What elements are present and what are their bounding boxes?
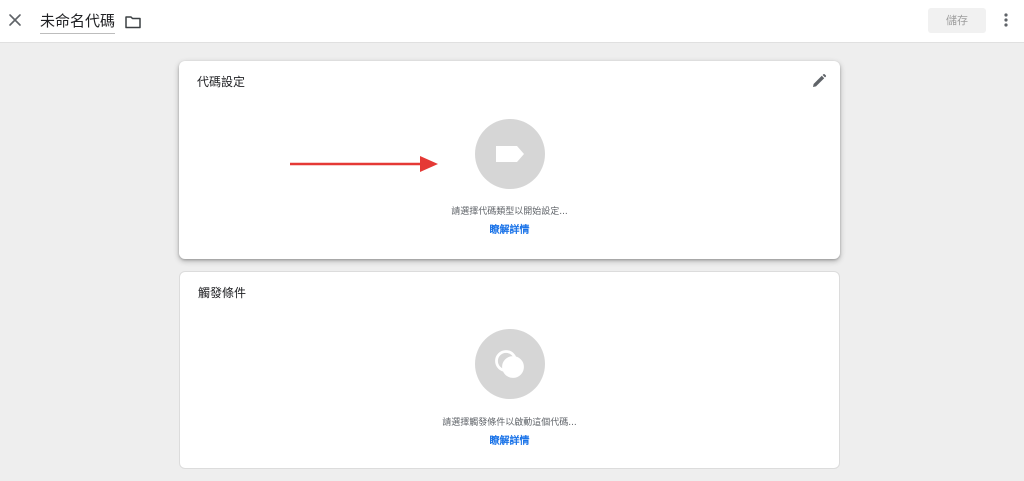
- tag-configuration-title: 代碼設定: [197, 75, 246, 89]
- trigger-circles-icon: [495, 350, 524, 378]
- tag-type-hint: 請選擇代碼類型以開始設定...: [451, 207, 568, 217]
- trigger-placeholder[interactable]: [475, 329, 545, 399]
- more-vert-icon[interactable]: [998, 10, 1014, 30]
- triggering-card[interactable]: 觸發條件 請選擇觸發條件以啟動這個代碼... 瞭解詳情: [179, 271, 840, 469]
- folder-icon[interactable]: [124, 13, 142, 31]
- triggering-title: 觸發條件: [198, 286, 247, 300]
- trigger-learn-more-wrap: 瞭解詳情: [180, 432, 839, 447]
- tag-configuration-card[interactable]: 代碼設定 請選擇代碼類型以開始設定... 瞭解詳情: [179, 61, 840, 259]
- pencil-icon[interactable]: [811, 73, 827, 89]
- tag-name-input[interactable]: 未命名代碼: [40, 11, 116, 34]
- tag-icon: [496, 146, 524, 162]
- tag-learn-more-link[interactable]: 瞭解詳情: [490, 225, 530, 236]
- close-button[interactable]: [4, 9, 26, 31]
- tag-type-placeholder[interactable]: [475, 119, 545, 189]
- trigger-learn-more-link[interactable]: 瞭解詳情: [490, 436, 530, 447]
- red-arrow-annotation: [290, 156, 438, 172]
- close-icon: [9, 14, 21, 26]
- tag-learn-more-wrap: 瞭解詳情: [179, 221, 840, 236]
- top-bar: 未命名代碼 儲存: [0, 0, 1024, 43]
- trigger-hint: 請選擇觸發條件以啟動這個代碼...: [442, 418, 577, 428]
- tag-name-area: 未命名代碼: [40, 10, 142, 34]
- save-button[interactable]: 儲存: [928, 8, 986, 33]
